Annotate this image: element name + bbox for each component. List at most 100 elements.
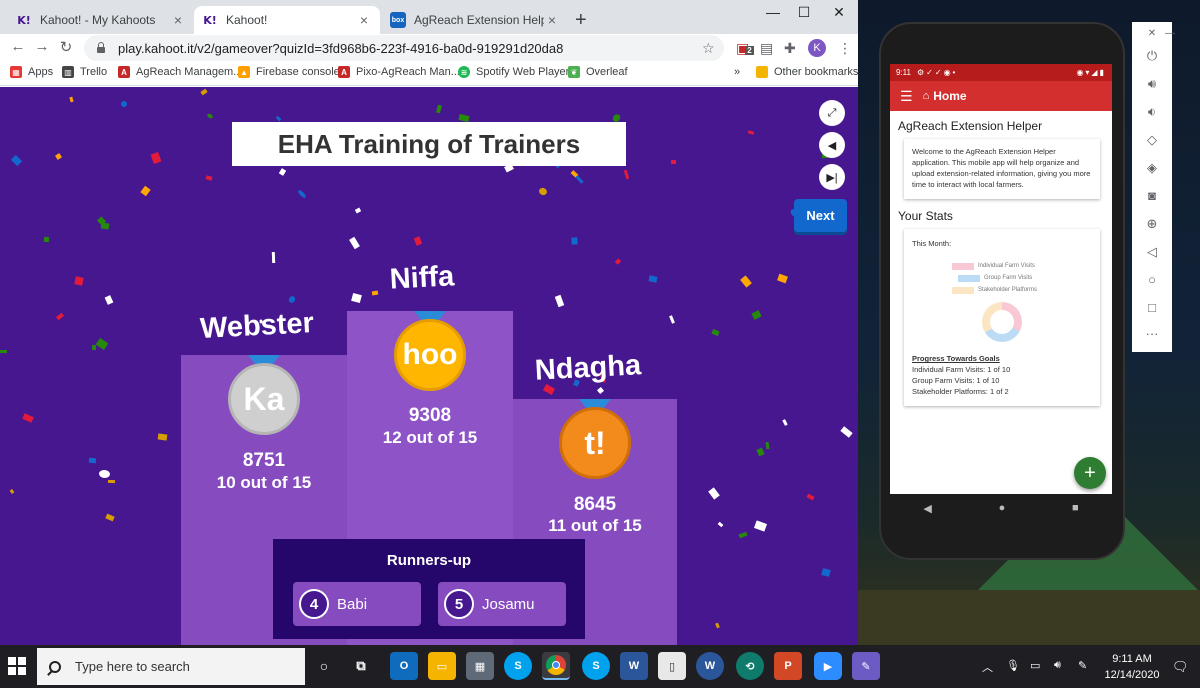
windows-start-icon[interactable] (8, 657, 26, 675)
chrome-icon[interactable] (542, 652, 570, 680)
notifications-icon[interactable]: 🗨︎ (1172, 659, 1189, 675)
star-icon[interactable]: ☆ (702, 40, 715, 57)
bookmark-other[interactable]: Other bookmarks (756, 66, 858, 78)
app-heading: AgReach Extension Helper (898, 119, 1043, 133)
confetti-piece (711, 328, 720, 337)
close-icon[interactable]: × (544, 12, 560, 28)
skip-music-button[interactable]: ▶| (819, 164, 845, 190)
tab-agreach-helper[interactable]: box AgReach Extension Helper App | × (382, 6, 568, 34)
bronze-medal-icon: t! (559, 407, 631, 479)
outlook-icon[interactable]: O (390, 652, 418, 680)
puzzle-icon[interactable]: ✚ (784, 40, 796, 57)
bookmark-spotify[interactable]: ≋ Spotify Web Player (458, 66, 569, 78)
back-triangle-icon[interactable]: ◀ (923, 502, 931, 515)
url-text: play.kahoot.it/v2/gameover?quizId=3fd968… (118, 40, 564, 56)
rotate-left-icon[interactable]: ◇ (1132, 132, 1172, 148)
zoom-app-icon[interactable]: ▶ (814, 652, 842, 680)
confetti-piece (821, 568, 831, 577)
fullscreen-button[interactable]: ⤢ (819, 100, 845, 126)
reload-button[interactable]: ↻ (56, 38, 76, 56)
confetti-piece (354, 207, 362, 214)
runner-up-item: 4 Babi (293, 582, 421, 626)
back-button[interactable]: ← (8, 38, 28, 55)
confetti-piece (596, 386, 605, 395)
battery-icon[interactable]: ▭ (1030, 659, 1040, 672)
legend-swatch (952, 263, 974, 271)
box-favicon-icon: box (390, 12, 406, 28)
phone-status-bar: 9:11 ⚙✓✓◉• ◉▾◢▮ (890, 64, 1112, 81)
next-button[interactable]: Next (794, 199, 847, 232)
confetti-piece (100, 222, 110, 230)
close-icon[interactable]: × (170, 12, 186, 28)
more-icon[interactable]: ··· (1132, 326, 1172, 341)
taskbar-search[interactable]: Type here to search (37, 648, 305, 685)
volume-down-icon[interactable]: 🔉︎ (1132, 104, 1172, 120)
paint-icon[interactable]: ✎ (852, 652, 880, 680)
maximize-button[interactable]: ☐ (789, 4, 819, 21)
confetti-piece (55, 153, 62, 160)
profile-avatar[interactable]: K (808, 39, 826, 57)
silver-medal-icon: Ka (228, 363, 300, 435)
address-bar[interactable]: play.kahoot.it/v2/gameover?quizId=3fd968… (84, 35, 724, 61)
confetti-piece (56, 312, 64, 321)
volume-icon[interactable]: 🔊︎ (1054, 659, 1061, 672)
task-view-icon[interactable]: ⧉ (347, 652, 375, 680)
confetti-piece (413, 236, 423, 246)
overview-icon[interactable]: □ (1132, 300, 1172, 315)
home-icon[interactable]: ○ (1132, 272, 1172, 287)
confetti-piece (287, 295, 297, 304)
bookmark-pixo-agreach[interactable]: A Pixo-AgReach Man... (338, 66, 460, 78)
add-fab-button[interactable]: + (1074, 457, 1106, 489)
camera-icon[interactable]: ◙ (1132, 188, 1172, 203)
confetti-piece (10, 154, 23, 167)
calculator-icon[interactable]: ▦ (466, 652, 494, 680)
bookmark-agreach-management[interactable]: A AgReach Managem... (118, 66, 242, 78)
second-place-correct: 10 out of 15 (216, 473, 312, 492)
menu-dots-icon[interactable]: ⋮ (838, 40, 852, 57)
bookmarks-more-button[interactable]: » (734, 66, 740, 78)
confetti-piece (458, 113, 470, 123)
confetti-piece (751, 310, 762, 320)
legend-item: Group Farm Visits (958, 274, 1092, 283)
reading-list-icon[interactable]: ▤ (760, 40, 773, 57)
back-icon[interactable]: ◁ (1132, 244, 1172, 260)
sync-icon[interactable]: ⟲ (736, 652, 764, 680)
word-icon[interactable]: W (620, 652, 648, 680)
minimize-icon[interactable]: — (1150, 28, 1190, 39)
zoom-icon[interactable]: ⊕ (1132, 216, 1172, 232)
phone-screen: 9:11 ⚙✓✓◉• ◉▾◢▮ ☰ ⌂ Home AgReach Extensi… (890, 64, 1112, 494)
home-circle-icon[interactable]: ● (999, 502, 1006, 514)
tab-my-kahoots[interactable]: K! Kahoot! - My Kahoots × (8, 6, 194, 34)
app-bar: ☰ ⌂ Home (890, 81, 1112, 111)
bookmark-trello[interactable]: ▥ Trello (62, 66, 107, 78)
word-online-icon[interactable]: W (696, 652, 724, 680)
minimize-button[interactable]: — (758, 4, 788, 20)
forward-button[interactable]: → (32, 38, 52, 55)
microphone-icon[interactable]: 🎙︎ (1006, 659, 1020, 672)
rotate-right-icon[interactable]: ◈ (1132, 160, 1172, 176)
hamburger-menu-icon[interactable]: ☰ (900, 88, 913, 105)
new-tab-button[interactable]: + (575, 9, 587, 32)
pen-icon[interactable]: ✎ (1078, 659, 1087, 672)
powerpoint-icon[interactable]: P (774, 652, 802, 680)
ground-decoration (858, 590, 1200, 645)
tab-kahoot[interactable]: K! Kahoot! × (194, 6, 380, 34)
recents-square-icon[interactable]: ■ (1072, 502, 1079, 514)
power-icon[interactable]: ⏻ (1132, 48, 1172, 64)
sound-button[interactable]: ◀ (819, 132, 845, 158)
bookmark-overleaf[interactable]: ❦ Overleaf (568, 66, 628, 78)
file-explorer-icon[interactable]: ▭ (428, 652, 456, 680)
cortana-icon[interactable]: ○ (310, 652, 338, 680)
bookmark-apps[interactable]: ▦ Apps (10, 66, 53, 78)
extension-icon[interactable]: ▣2 (736, 40, 754, 57)
skype-business-icon[interactable]: S (582, 652, 610, 680)
bookmark-firebase[interactable]: ▲ Firebase console (238, 66, 340, 78)
legend-swatch (958, 274, 980, 282)
document-icon[interactable]: ▯ (658, 652, 686, 680)
close-icon[interactable]: × (356, 12, 372, 28)
volume-up-icon[interactable]: 🔊︎ (1132, 76, 1172, 92)
tray-chevron-icon[interactable]: ︿ (982, 659, 993, 675)
window-close-button[interactable]: ✕ (824, 4, 854, 21)
taskbar-clock[interactable]: 9:11 AM 12/14/2020 (1102, 651, 1162, 683)
skype-icon[interactable]: S (504, 652, 532, 680)
